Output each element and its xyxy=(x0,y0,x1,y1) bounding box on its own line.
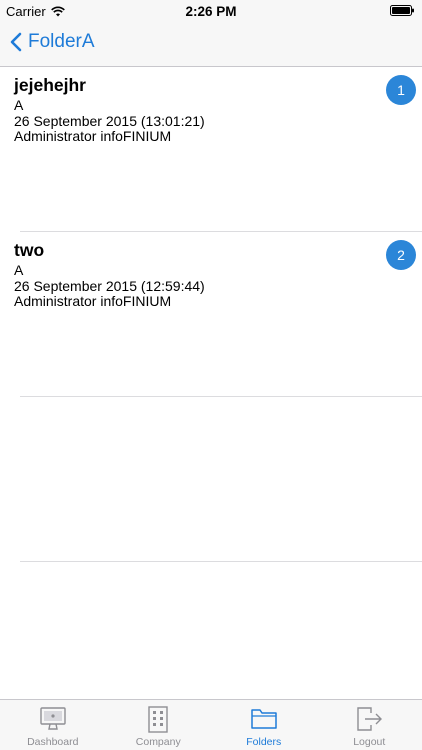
back-button[interactable]: FolderA xyxy=(10,31,95,53)
tab-bar: Dashboard Company Folders Logout xyxy=(0,699,422,750)
tab-label: Dashboard xyxy=(27,736,79,748)
item-date: 26 September 2015 (12:59:44) xyxy=(14,278,205,294)
row-separator xyxy=(20,561,422,562)
empty-row xyxy=(0,397,422,562)
tab-logout[interactable]: Logout xyxy=(317,700,422,750)
item-subtitle: A xyxy=(14,262,24,278)
status-bar: Carrier 2:26 PM xyxy=(0,0,422,22)
logout-icon xyxy=(357,707,383,731)
navigation-bar: FolderA xyxy=(0,22,422,67)
building-icon xyxy=(148,706,168,733)
list-item[interactable]: two A 26 September 2015 (12:59:44) Admin… xyxy=(0,232,422,397)
tab-label: Folders xyxy=(246,736,282,748)
battery-icon xyxy=(390,5,414,16)
clock: 2:26 PM xyxy=(185,4,237,19)
monitor-icon xyxy=(40,707,66,730)
item-author: Administrator infoFINIUM xyxy=(14,128,172,144)
folder-icon xyxy=(251,709,277,729)
tab-label: Company xyxy=(135,736,181,748)
tab-folders[interactable]: Folders xyxy=(211,700,317,750)
item-title: two xyxy=(14,240,45,260)
item-badge: 1 xyxy=(386,75,416,105)
document-list: jejehejhr A 26 September 2015 (13:01:21)… xyxy=(0,67,422,562)
item-date: 26 September 2015 (13:01:21) xyxy=(14,113,205,129)
item-author: Administrator infoFINIUM xyxy=(14,293,172,309)
tab-company[interactable]: Company xyxy=(106,700,212,750)
tab-label: Logout xyxy=(353,736,386,748)
tab-dashboard[interactable]: Dashboard xyxy=(0,700,106,750)
item-subtitle: A xyxy=(14,97,24,113)
list-item[interactable]: jejehejhr A 26 September 2015 (13:01:21)… xyxy=(0,67,422,232)
chevron-left-icon xyxy=(10,32,22,52)
item-title: jejehejhr xyxy=(14,75,86,95)
back-label: FolderA xyxy=(28,31,95,52)
item-badge: 2 xyxy=(386,240,416,270)
